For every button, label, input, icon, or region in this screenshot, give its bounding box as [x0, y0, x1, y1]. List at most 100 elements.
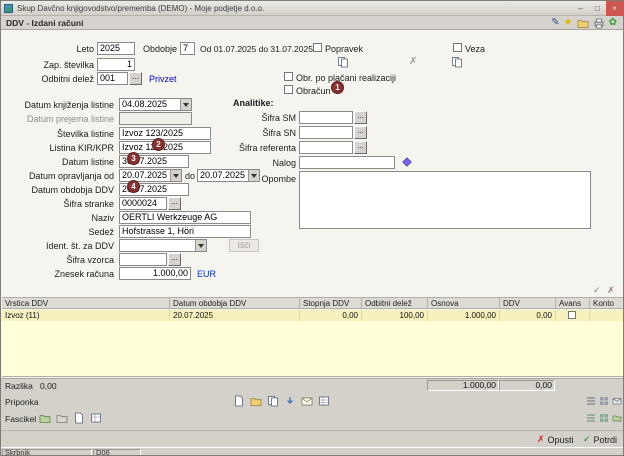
- footer-divider: [1, 430, 623, 431]
- maximize-button[interactable]: □: [589, 1, 606, 16]
- nalog-picker-icon[interactable]: [401, 156, 413, 170]
- naziv-input[interactable]: OERTLI Werkzeuge AG: [119, 211, 251, 224]
- dropdown-arrow-icon[interactable]: [170, 170, 181, 181]
- sifra-vzorca-input[interactable]: [119, 253, 167, 266]
- grid-cancel-icon[interactable]: ✗: [607, 285, 615, 295]
- fascikel-toolbar: [37, 410, 103, 425]
- fascikel-grid-icon[interactable]: [88, 410, 103, 425]
- attachment-open-folder-icon[interactable]: [248, 393, 263, 408]
- obdobje-input[interactable]: 7: [180, 42, 195, 55]
- leto-input[interactable]: 2025: [97, 42, 135, 55]
- sifra-referenta-input[interactable]: [299, 141, 353, 154]
- attachment-mail-icon[interactable]: [299, 393, 314, 408]
- table-column-header[interactable]: Datum obdobja DDV: [170, 298, 300, 308]
- close-button[interactable]: ×: [606, 1, 623, 16]
- attachment-copy-icon[interactable]: [265, 393, 280, 408]
- datum-opravljanja-od-input[interactable]: 20.07.2025: [119, 169, 182, 182]
- cell-avans[interactable]: [556, 310, 590, 321]
- attachment-view-mail-icon[interactable]: [611, 395, 622, 406]
- status-code: D06: [93, 449, 141, 455]
- title-bar: Skup Davčno knjigovodstvo/prememba (DEMO…: [1, 1, 623, 16]
- obracun-checkbox[interactable]: [284, 85, 293, 94]
- fascikel-view-folder-icon[interactable]: [611, 412, 622, 423]
- form-header-bar: DDV - Izdani računi ✎ ★ ✿: [1, 16, 623, 30]
- dropdown-arrow-icon[interactable]: [195, 240, 206, 251]
- odbitni-delez-browse-button[interactable]: ...: [129, 72, 142, 85]
- table-column-header[interactable]: Konto: [590, 298, 623, 308]
- datum-knjizenja-input[interactable]: 04.08.2025: [119, 98, 192, 111]
- attachment-new-icon[interactable]: [231, 393, 246, 408]
- table-body[interactable]: [2, 321, 623, 377]
- opusti-button[interactable]: ✗ Opusti: [537, 434, 574, 445]
- sifra-sm-browse-button[interactable]: ...: [354, 111, 367, 124]
- total-osnova: 1.000,00: [427, 380, 499, 391]
- window-title: Skup Davčno knjigovodstvo/prememba (DEMO…: [17, 3, 265, 13]
- sifra-sm-input[interactable]: [299, 111, 353, 124]
- confirm-check-icon: ✓: [583, 434, 591, 444]
- sedez-input[interactable]: Hofstrasse 1, Höri: [119, 225, 251, 238]
- fascikel-view-list-icon[interactable]: [585, 412, 596, 423]
- privzet-link[interactable]: Privzet: [149, 74, 177, 85]
- app-icon: [4, 3, 13, 13]
- table-column-header[interactable]: Avans: [556, 298, 590, 308]
- odbitni-delez-input[interactable]: 001: [97, 72, 128, 85]
- attachment-view-grid-icon[interactable]: [598, 395, 609, 406]
- opombe-textarea[interactable]: [299, 171, 591, 229]
- znesek-racuna-input[interactable]: 1.000,00: [119, 267, 191, 280]
- veza-checkbox[interactable]: [453, 43, 462, 52]
- sifra-stranke-input[interactable]: 0000024: [119, 197, 167, 210]
- dropdown-arrow-icon[interactable]: [180, 99, 191, 110]
- sifra-sn-input[interactable]: [299, 126, 353, 139]
- nalog-input[interactable]: [299, 156, 395, 169]
- obr-placani-checkbox[interactable]: [284, 72, 293, 81]
- table-row[interactable]: Izvoz (11) 20.07.2025 0,00 100,00 1.000,…: [2, 310, 623, 321]
- fascikel-view-grid-icon[interactable]: [598, 412, 609, 423]
- attachment-list-icon[interactable]: [316, 393, 331, 408]
- fascikel-folder-icon[interactable]: [37, 410, 52, 425]
- folder-icon[interactable]: [577, 17, 589, 29]
- priponke-view-options: [585, 395, 622, 406]
- cell-datum[interactable]: 20.07.2025: [170, 310, 300, 321]
- table-column-header[interactable]: Vrstica DDV: [2, 298, 170, 308]
- print-icon[interactable]: [593, 17, 605, 29]
- priponke-label: Priponka: [5, 397, 39, 407]
- cell-osnova[interactable]: 1.000,00: [428, 310, 500, 321]
- priponke-toolbar: [231, 393, 331, 408]
- minimize-button[interactable]: –: [572, 1, 589, 16]
- popravek-copy-icon[interactable]: [337, 56, 349, 70]
- cell-odbitni[interactable]: 100,00: [362, 310, 428, 321]
- table-column-header[interactable]: Osnova: [428, 298, 500, 308]
- veza-copy-icon[interactable]: [451, 56, 463, 70]
- attachment-download-icon[interactable]: [282, 393, 297, 408]
- cell-konto[interactable]: [590, 310, 623, 321]
- ident-st-input[interactable]: [119, 239, 207, 252]
- stevilka-listine-input[interactable]: Izvoz 123/2025: [119, 127, 211, 140]
- attachment-view-list-icon[interactable]: [585, 395, 596, 406]
- zap-stevilka-input[interactable]: 1: [97, 58, 135, 71]
- cell-vrstica[interactable]: Izvoz (11): [2, 310, 170, 321]
- currency-label: EUR: [197, 269, 217, 279]
- cell-stopnja[interactable]: 0,00: [300, 310, 362, 321]
- table-column-header[interactable]: Odbitni delež: [362, 298, 428, 308]
- avans-checkbox[interactable]: [568, 311, 576, 319]
- grid-accept-icon[interactable]: ✓: [593, 285, 601, 295]
- table-column-header[interactable]: DDV: [500, 298, 556, 308]
- favorite-star-icon[interactable]: ★: [564, 17, 573, 29]
- app-flower-icon[interactable]: ✿: [609, 17, 617, 29]
- cell-ddv[interactable]: 0,00: [500, 310, 556, 321]
- sifra-referenta-browse-button[interactable]: ...: [354, 141, 367, 154]
- naziv-label: Naziv: [91, 213, 114, 223]
- sifra-stranke-label: Šifra stranke: [63, 199, 114, 209]
- popravek-checkbox[interactable]: [313, 43, 322, 52]
- fascikel-doc-icon[interactable]: [71, 410, 86, 425]
- sifra-vzorca-browse-button[interactable]: ...: [168, 253, 181, 266]
- potrdi-button[interactable]: ✓ Potrdi: [583, 434, 617, 445]
- edit-icon[interactable]: ✎: [551, 17, 559, 29]
- window-controls: – □ ×: [572, 1, 623, 16]
- sifra-sn-browse-button[interactable]: ...: [354, 126, 367, 139]
- fascikel-open-icon[interactable]: [54, 410, 69, 425]
- sifra-stranke-browse-button[interactable]: ...: [168, 197, 181, 210]
- table-column-header[interactable]: Stopnja DDV: [300, 298, 362, 308]
- clear-popravek-icon[interactable]: ✗: [409, 56, 417, 67]
- isci-button[interactable]: Išči: [229, 239, 259, 252]
